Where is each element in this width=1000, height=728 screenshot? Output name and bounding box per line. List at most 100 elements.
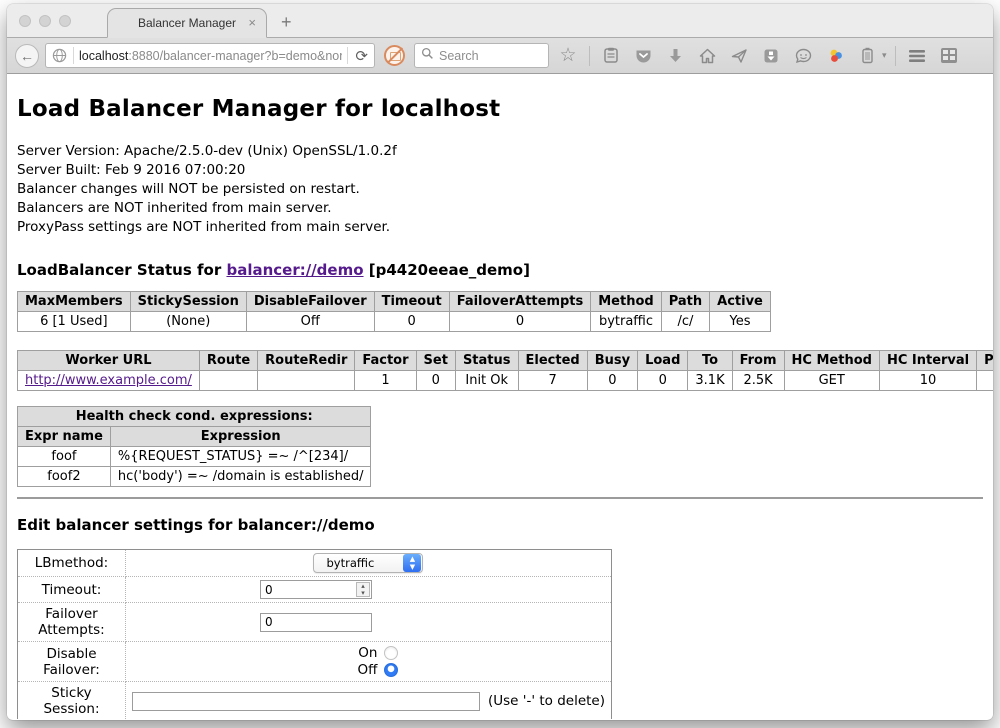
minimize-window-button[interactable] [39,15,51,27]
timeout-cell: ▴▾ [125,577,611,603]
site-identity-globe-icon[interactable] [50,43,68,68]
edit-balancer-heading: Edit balancer settings for balancer://de… [17,516,983,534]
col-worker-url: Worker URL [18,351,200,371]
section-divider [17,497,983,499]
cell-failoverattempts: 0 [449,312,591,332]
back-button[interactable]: ← [15,44,39,68]
timeout-row: Timeout: ▴▾ [18,577,612,603]
table-header-row: Worker URL Route RouteRedir Factor Set S… [18,351,994,371]
cell-active: Yes [710,312,771,332]
table-row: 6 [1 Used] (None) Off 0 0 bytraffic /c/ … [18,312,771,332]
reload-icon[interactable]: ⟳ [353,47,370,65]
hello-chat-icon[interactable] [790,43,816,69]
cell-expr-name: foof2 [18,467,111,487]
close-window-button[interactable] [19,15,31,27]
table-header-row: Expr name Expression [18,427,371,447]
window-controls [19,15,71,27]
reading-list-icon[interactable] [598,43,624,69]
url-host: localhost [79,49,128,63]
navigation-toolbar: ← localhost:8880/balancer-manager?b=demo… [7,38,993,74]
col-stickysession: StickySession [130,292,246,312]
tile-grid-icon[interactable] [936,43,962,69]
toolbar-separator [589,46,590,66]
col-route: Route [199,351,257,371]
zoom-window-button[interactable] [59,15,71,27]
lbmethod-row: LBmethod: bytraffic ▲▼ [18,550,612,577]
balancer-summary-table: MaxMembers StickySession DisableFailover… [17,291,771,332]
cell-status: Init Ok [455,371,518,391]
col-hc-method: HC Method [784,351,879,371]
number-stepper-icon[interactable]: ▴▾ [356,582,370,597]
col-disablefailover: DisableFailover [246,292,374,312]
disable-failover-cell: On Off [125,642,611,682]
cell-route [199,371,257,391]
table-header-row: MaxMembers StickySession DisableFailover… [18,292,771,312]
image-block-icon[interactable] [384,45,405,66]
persist-note: Balancer changes will NOT be persisted o… [17,180,983,199]
tab-bar: Balancer Manager × + [7,4,993,38]
cell-busy: 0 [587,371,637,391]
extension-dropdown-caret-icon[interactable]: ▾ [882,50,887,61]
health-check-table: Health check cond. expressions: Expr nam… [17,406,371,487]
loadbalancer-status-heading: LoadBalancer Status for balancer://demo … [17,261,983,279]
timeout-label: Timeout: [18,577,126,603]
tab-balancer-manager[interactable]: Balancer Manager × [107,8,267,38]
url-bar[interactable]: localhost:8880/balancer-manager?b=demo&n… [45,43,375,68]
server-version: Server Version: Apache/2.5.0-dev (Unix) … [17,142,983,161]
home-icon[interactable] [694,43,720,69]
select-arrows-icon: ▲▼ [403,554,421,572]
proxypass-note: ProxyPass settings are NOT inherited fro… [17,218,983,237]
col-method: Method [591,292,661,312]
menu-hamburger-icon[interactable] [904,43,930,69]
lbmethod-selected-value: bytraffic [326,556,384,570]
cell-maxmembers: 6 [1 Used] [18,312,131,332]
lbmethod-label: LBmethod: [18,550,126,577]
failover-attempts-input[interactable] [260,613,372,632]
tab-queue-icon[interactable] [758,43,784,69]
lbmethod-select[interactable]: bytraffic ▲▼ [313,553,423,573]
inherit-note: Balancers are NOT inherited from main se… [17,199,983,218]
balancer-demo-link[interactable]: balancer://demo [226,261,363,279]
col-factor: Factor [355,351,416,371]
col-maxmembers: MaxMembers [18,292,131,312]
new-tab-button[interactable]: + [281,12,292,33]
cell-disablefailover: Off [246,312,374,332]
cell-timeout: 0 [374,312,449,332]
cell-stickysession: (None) [130,312,246,332]
col-hc-interval: HC Interval [879,351,976,371]
bookmark-star-icon[interactable]: ☆ [555,43,581,69]
disable-failover-on-radio[interactable] [384,646,398,660]
tab-title: Balancer Manager [138,16,236,30]
downloads-icon[interactable] [662,43,688,69]
pocket-icon[interactable] [630,43,656,69]
health-table-title: Health check cond. expressions: [18,407,371,427]
cell-worker-url: http://www.example.com/ [18,371,200,391]
urlbar-separator [73,47,74,64]
cell-passes: 1 (0) [977,371,993,391]
send-tab-icon[interactable] [726,43,752,69]
worker-table: Worker URL Route RouteRedir Factor Set S… [17,350,993,391]
failover-attempts-label: Failover Attempts: [18,603,126,642]
url-text[interactable]: localhost:8880/balancer-manager?b=demo&n… [79,49,342,63]
cell-hc-method: GET [784,371,879,391]
sticky-session-row: Sticky Session: (Use '-' to delete) [18,682,612,720]
col-active: Active [710,292,771,312]
page-content: Load Balancer Manager for localhost Serv… [7,74,993,719]
sticky-session-input[interactable] [132,692,480,711]
radio-on-label: On [358,645,377,661]
table-row: foof %{REQUEST_STATUS} =~ /^[234]/ [18,447,371,467]
search-bar[interactable]: Search [414,43,549,68]
cell-elected: 7 [518,371,587,391]
extension-battery-icon[interactable] [854,43,880,69]
col-routeredir: RouteRedir [258,351,355,371]
worker-url-link[interactable]: http://www.example.com/ [25,373,192,388]
tab-close-icon[interactable]: × [248,15,256,30]
sticky-session-hint: (Use '-' to delete) [488,693,605,709]
search-icon [421,47,434,65]
cell-hc-interval: 10 [879,371,976,391]
cell-load: 0 [638,371,688,391]
cell-expr-name: foof [18,447,111,467]
disable-failover-off-radio[interactable] [384,663,398,677]
cell-path: /c/ [661,312,709,332]
share-dots-icon[interactable] [822,43,848,69]
